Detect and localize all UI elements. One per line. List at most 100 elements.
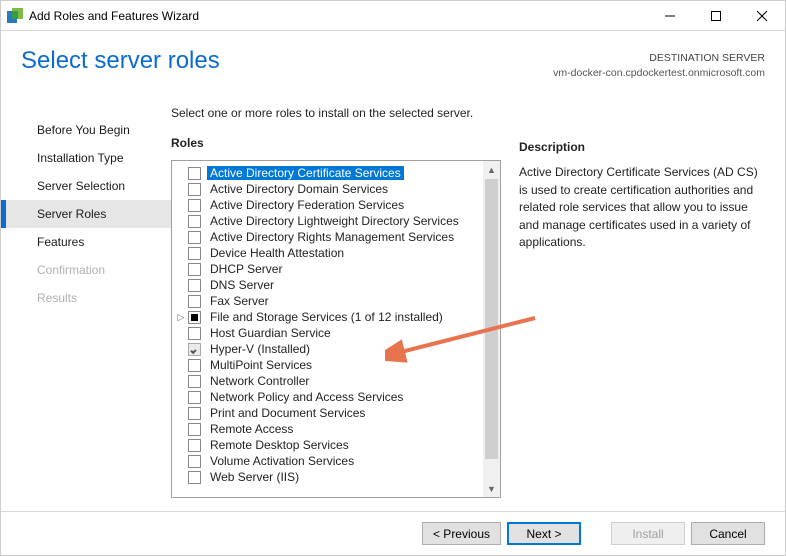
roles-listbox[interactable]: Active Directory Certificate Services Act… — [171, 160, 501, 498]
minimize-button[interactable] — [647, 1, 693, 31]
role-checkbox[interactable] — [188, 375, 201, 388]
role-checkbox[interactable] — [188, 423, 201, 436]
role-checkbox[interactable] — [188, 327, 201, 340]
scroll-thumb[interactable] — [485, 179, 498, 459]
role-checkbox[interactable] — [188, 455, 201, 468]
role-label[interactable]: Active Directory Lightweight Directory S… — [207, 214, 462, 228]
role-label[interactable]: Host Guardian Service — [207, 326, 334, 340]
sidebar-item-features[interactable]: Features — [1, 228, 171, 256]
window-title: Add Roles and Features Wizard — [29, 9, 647, 23]
role-checkbox[interactable] — [188, 407, 201, 420]
role-checkbox[interactable] — [188, 391, 201, 404]
role-checkbox — [188, 343, 201, 356]
role-row[interactable]: Device Health Attestation — [176, 245, 481, 261]
role-row[interactable]: Print and Document Services — [176, 405, 481, 421]
role-label[interactable]: Active Directory Federation Services — [207, 198, 407, 212]
sidebar-item-server-selection[interactable]: Server Selection — [1, 172, 171, 200]
destination-label: DESTINATION SERVER — [553, 51, 765, 66]
page-title: Select server roles — [21, 47, 553, 75]
description-label: Description — [519, 140, 765, 154]
role-row[interactable]: DNS Server — [176, 277, 481, 293]
role-label[interactable]: Remote Access — [207, 422, 296, 436]
role-row[interactable]: Fax Server — [176, 293, 481, 309]
role-label[interactable]: DHCP Server — [207, 262, 285, 276]
roles-label: Roles — [171, 136, 501, 150]
role-row[interactable]: Active Directory Rights Management Servi… — [176, 229, 481, 245]
role-label[interactable]: MultiPoint Services — [207, 358, 315, 372]
role-row[interactable]: Host Guardian Service — [176, 325, 481, 341]
role-label[interactable]: Fax Server — [207, 294, 272, 308]
next-button[interactable]: Next > — [507, 522, 581, 545]
role-checkbox[interactable] — [188, 183, 201, 196]
role-label[interactable]: Device Health Attestation — [207, 246, 347, 260]
role-label[interactable]: Network Controller — [207, 374, 312, 388]
role-row[interactable]: Active Directory Certificate Services — [176, 165, 481, 181]
header: Select server roles DESTINATION SERVER v… — [1, 31, 785, 88]
destination-server-name: vm-docker-con.cpdockertest.onmicrosoft.c… — [553, 66, 765, 81]
role-checkbox[interactable] — [188, 439, 201, 452]
sidebar-item-results: Results — [1, 284, 171, 312]
vertical-scrollbar[interactable]: ▲ ▼ — [483, 161, 500, 497]
role-checkbox[interactable] — [188, 231, 201, 244]
sidebar-item-confirmation: Confirmation — [1, 256, 171, 284]
role-row[interactable]: Active Directory Lightweight Directory S… — [176, 213, 481, 229]
role-label[interactable]: Print and Document Services — [207, 406, 368, 420]
role-checkbox[interactable] — [188, 279, 201, 292]
close-button[interactable] — [739, 1, 785, 31]
role-row[interactable]: Volume Activation Services — [176, 453, 481, 469]
role-checkbox[interactable] — [188, 295, 201, 308]
role-checkbox[interactable] — [188, 263, 201, 276]
role-row[interactable]: Active Directory Domain Services — [176, 181, 481, 197]
sidebar-item-before-you-begin[interactable]: Before You Begin — [1, 116, 171, 144]
role-checkbox[interactable] — [188, 311, 201, 324]
scroll-up-button[interactable]: ▲ — [483, 161, 500, 178]
role-row[interactable]: Remote Desktop Services — [176, 437, 481, 453]
scroll-down-button[interactable]: ▼ — [483, 480, 500, 497]
description-area: Description Active Directory Certificate… — [519, 106, 765, 511]
maximize-button[interactable] — [693, 1, 739, 31]
role-label[interactable]: Active Directory Certificate Services — [207, 166, 404, 180]
role-row[interactable]: Active Directory Federation Services — [176, 197, 481, 213]
roles-area: Select one or more roles to install on t… — [171, 106, 501, 511]
cancel-button[interactable]: Cancel — [691, 522, 765, 545]
role-label[interactable]: DNS Server — [207, 278, 277, 292]
role-row[interactable]: Remote Access — [176, 421, 481, 437]
instruction-text: Select one or more roles to install on t… — [171, 106, 501, 120]
role-row[interactable]: MultiPoint Services — [176, 357, 481, 373]
description-text: Active Directory Certificate Services (A… — [519, 164, 765, 251]
app-icon — [7, 8, 23, 24]
previous-button[interactable]: < Previous — [422, 522, 501, 545]
role-row[interactable]: Hyper-V (Installed) — [176, 341, 481, 357]
roles-list: Active Directory Certificate Services Act… — [172, 161, 483, 497]
body: Before You BeginInstallation TypeServer … — [1, 88, 785, 511]
destination-info: DESTINATION SERVER vm-docker-con.cpdocke… — [553, 47, 765, 80]
role-checkbox[interactable] — [188, 215, 201, 228]
sidebar: Before You BeginInstallation TypeServer … — [1, 88, 171, 511]
role-checkbox[interactable] — [188, 247, 201, 260]
role-row[interactable]: Network Controller — [176, 373, 481, 389]
role-label[interactable]: Hyper-V (Installed) — [207, 342, 313, 356]
footer: < Previous Next > Install Cancel — [1, 511, 785, 555]
role-label[interactable]: Network Policy and Access Services — [207, 390, 406, 404]
role-row[interactable]: DHCP Server — [176, 261, 481, 277]
role-row[interactable]: ▷ File and Storage Services (1 of 12 inst… — [176, 309, 481, 325]
main-content: Select one or more roles to install on t… — [171, 88, 765, 511]
titlebar: Add Roles and Features Wizard — [1, 1, 785, 31]
wizard-window: Add Roles and Features Wizard Select ser… — [0, 0, 786, 556]
role-label[interactable]: Volume Activation Services — [207, 454, 357, 468]
role-label[interactable]: Active Directory Domain Services — [207, 182, 391, 196]
role-row[interactable]: Network Policy and Access Services — [176, 389, 481, 405]
role-label[interactable]: File and Storage Services (1 of 12 insta… — [207, 310, 446, 324]
role-checkbox[interactable] — [188, 471, 201, 484]
sidebar-item-installation-type[interactable]: Installation Type — [1, 144, 171, 172]
role-checkbox[interactable] — [188, 167, 201, 180]
expand-icon[interactable]: ▷ — [176, 313, 186, 322]
sidebar-item-server-roles[interactable]: Server Roles — [1, 200, 171, 228]
role-checkbox[interactable] — [188, 359, 201, 372]
role-label[interactable]: Web Server (IIS) — [207, 470, 302, 484]
install-button[interactable]: Install — [611, 522, 685, 545]
role-checkbox[interactable] — [188, 199, 201, 212]
role-row[interactable]: Web Server (IIS) — [176, 469, 481, 485]
role-label[interactable]: Remote Desktop Services — [207, 438, 352, 452]
role-label[interactable]: Active Directory Rights Management Servi… — [207, 230, 457, 244]
